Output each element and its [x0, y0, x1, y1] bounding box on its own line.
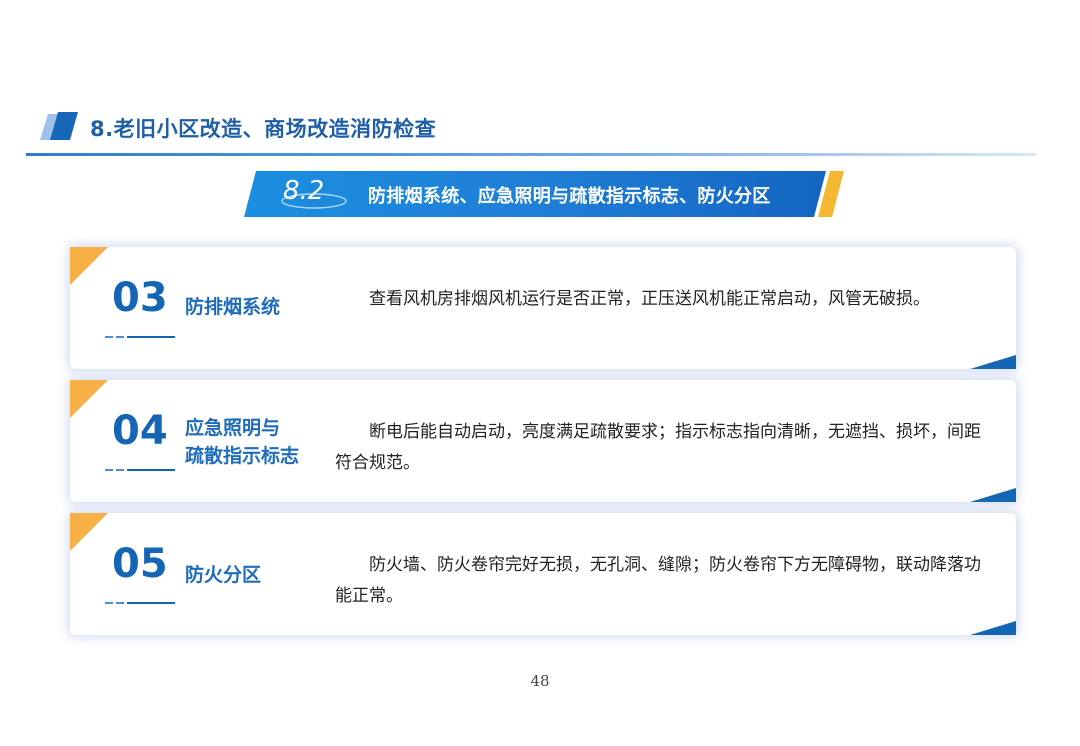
card-label-line: 防排烟系统	[185, 296, 281, 318]
inspection-card-03: 03 防排烟系统 查看风机房排烟风机运行是否正常，正压送风机能正常启动，风管无破…	[70, 247, 1016, 369]
card-label-line: 应急照明与	[185, 417, 281, 439]
card-label: 防排烟系统	[185, 293, 280, 321]
page-number: 48	[530, 672, 550, 690]
card-underline	[105, 469, 175, 471]
card-underline	[105, 336, 175, 338]
section-title: 防排烟系统、应急照明与疏散指示标志、防火分区	[368, 186, 771, 207]
card-description: 防火墙、防火卷帘完好无损，无孔洞、缝隙；防火卷帘下方无障碍物，联动降落功能正常。	[335, 555, 981, 606]
card-corner-icon	[70, 380, 108, 418]
card-label: 应急照明与 疏散指示标志	[185, 414, 299, 470]
card-label-line: 防火分区	[185, 564, 262, 586]
card-corner-triangle	[970, 355, 1016, 369]
page-title: 8.老旧小区改造、商场改造消防检查	[90, 117, 437, 141]
card-label-line: 疏散指示标志	[185, 445, 300, 467]
card-corner-icon	[70, 247, 108, 285]
header-accent-icon	[40, 112, 78, 140]
inspection-card-05: 05 防火分区 防火墙、防火卷帘完好无损，无孔洞、缝隙；防火卷帘下方无障碍物，联…	[70, 513, 1016, 635]
card-corner-triangle	[970, 621, 1016, 635]
card-corner-triangle	[970, 488, 1016, 502]
card-number: 03	[112, 275, 168, 321]
header-divider	[26, 153, 1036, 156]
card-label: 防火分区	[185, 561, 261, 589]
card-description: 查看风机房排烟风机运行是否正常，正压送风机能正常启动，风管无破损。	[369, 289, 930, 309]
card-number: 04	[112, 408, 168, 454]
card-number: 05	[112, 541, 168, 587]
inspection-card-04: 04 应急照明与 疏散指示标志 断电后能自动启动，亮度满足疏散要求；指示标志指向…	[70, 380, 1016, 502]
card-description: 断电后能自动启动，亮度满足疏散要求；指示标志指向清晰，无遮挡、损坏，间距符合规范…	[335, 422, 981, 473]
section-number: 8.2	[283, 176, 325, 206]
card-underline	[105, 602, 175, 604]
card-corner-icon	[70, 513, 108, 551]
